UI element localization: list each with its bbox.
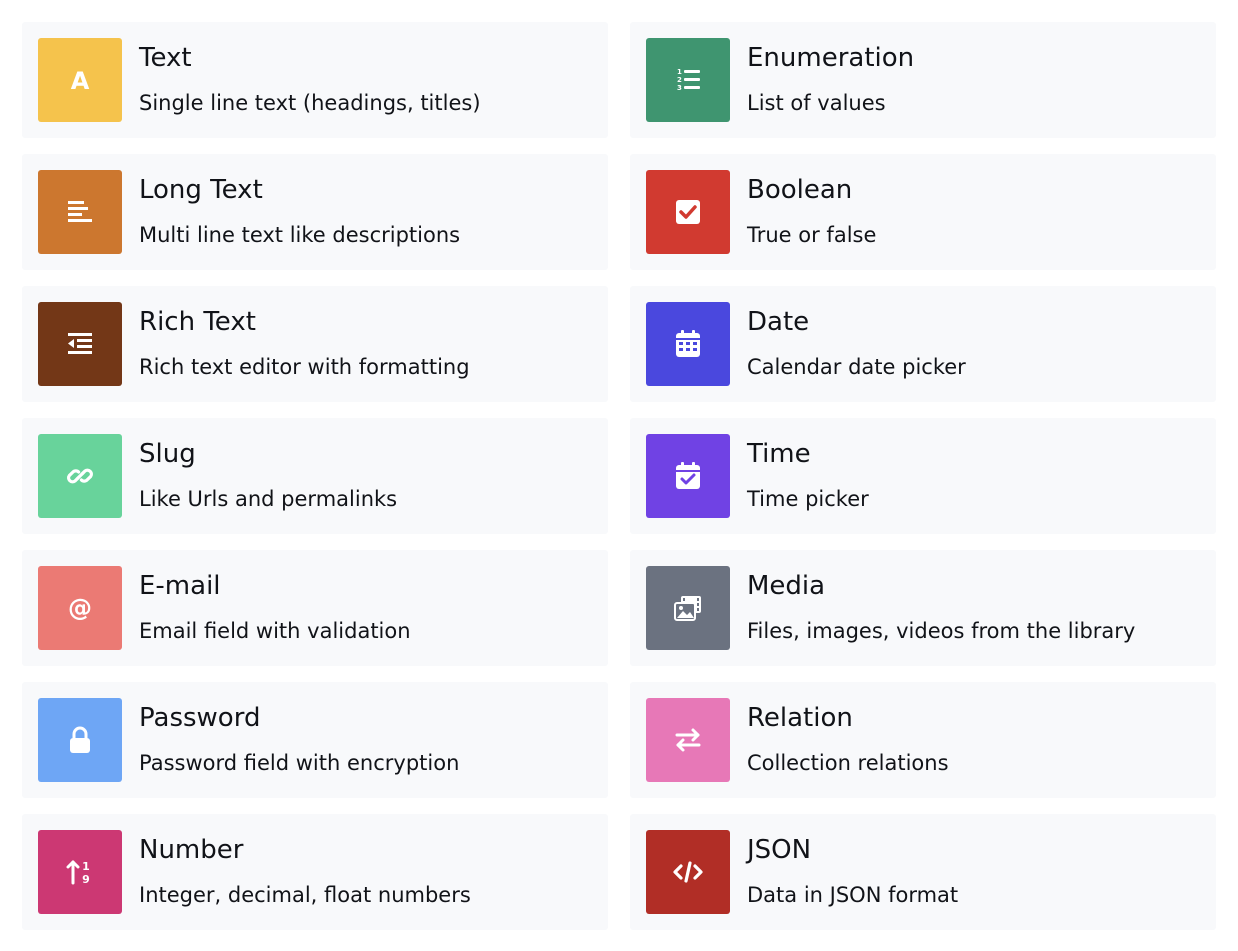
field-type-card-password[interactable]: Password Password field with encryption: [22, 682, 608, 798]
sort-number-icon: 19: [38, 830, 122, 914]
field-type-card-text[interactable]: A Text Single line text (headings, titles): [22, 22, 608, 138]
field-type-card-relation[interactable]: Relation Collection relations: [630, 682, 1216, 798]
field-type-title: E-mail: [139, 571, 221, 601]
field-type-card-date[interactable]: Date Calendar date picker: [630, 286, 1216, 402]
field-type-description: Rich text editor with formatting: [139, 355, 470, 379]
field-type-title: Date: [747, 307, 810, 337]
field-type-card-e-mail[interactable]: @ E-mail Email field with validation: [22, 550, 608, 666]
field-type-description: True or false: [747, 223, 877, 247]
field-type-title: Slug: [139, 439, 196, 469]
field-type-card-time[interactable]: Time Time picker: [630, 418, 1216, 534]
svg-text:1: 1: [677, 68, 682, 76]
indent-list-icon: [38, 302, 122, 386]
field-type-title: Password: [139, 703, 261, 733]
svg-text:@: @: [68, 594, 92, 622]
at-sign-icon: @: [38, 566, 122, 650]
media-icon: [646, 566, 730, 650]
field-type-card-number[interactable]: 1 9 Number Integer, decimal, float numbers: [22, 814, 608, 930]
field-type-card-boolean[interactable]: Boolean True or false: [630, 154, 1216, 270]
calendar-check-icon: [646, 434, 730, 518]
svg-text:9: 9: [82, 873, 90, 886]
svg-text:3: 3: [677, 84, 682, 92]
field-type-card-slug[interactable]: Slug Like Urls and permalinks: [22, 418, 608, 534]
field-type-card-long-text[interactable]: Long Text Multi line text like descriptio…: [22, 154, 608, 270]
lock-icon: [38, 698, 122, 782]
link-icon: [38, 434, 122, 518]
field-type-description: List of values: [747, 91, 886, 115]
field-type-description: Collection relations: [747, 751, 949, 775]
svg-text:A: A: [71, 67, 90, 95]
align-left-icon: [38, 170, 122, 254]
field-type-description: Password field with encryption: [139, 751, 460, 775]
field-type-description: Calendar date picker: [747, 355, 966, 379]
svg-text:1: 1: [82, 860, 90, 873]
field-type-title: Boolean: [747, 175, 853, 205]
field-type-description: Like Urls and permalinks: [139, 487, 398, 511]
field-type-card-enumeration[interactable]: 1 2 3 Enumeration List of values: [630, 22, 1216, 138]
field-type-card-media[interactable]: Media Files, images, videos from the libr…: [630, 550, 1216, 666]
field-type-description: Multi line text like descriptions: [139, 223, 461, 247]
numbered-list-icon: 123: [646, 38, 730, 122]
field-type-grid: A Text Single line text (headings, titles)…: [0, 0, 1238, 951]
field-type-description: Single line text (headings, titles): [139, 91, 481, 115]
code-icon: [646, 830, 730, 914]
field-type-description: Time picker: [747, 487, 869, 511]
field-type-title: Relation: [747, 703, 853, 733]
field-type-card-rich-text[interactable]: Rich Text Rich text editor with formattin…: [22, 286, 608, 402]
field-type-title: Enumeration: [747, 43, 915, 73]
field-type-description: Files, images, videos from the library: [747, 619, 1136, 643]
field-type-title: JSON: [747, 835, 812, 865]
field-type-title: Time: [747, 439, 811, 469]
arrows-exchange-icon: [646, 698, 730, 782]
field-type-title: Rich Text: [139, 307, 256, 337]
field-type-description: Data in JSON format: [747, 883, 959, 907]
checkbox-icon: [646, 170, 730, 254]
svg-text:2: 2: [677, 76, 682, 84]
text-a-icon: A: [38, 38, 122, 122]
field-type-title: Number: [139, 835, 244, 865]
field-type-title: Text: [139, 43, 192, 73]
field-type-title: Long Text: [139, 175, 263, 205]
field-type-description: Integer, decimal, float numbers: [139, 883, 471, 907]
field-type-description: Email field with validation: [139, 619, 411, 643]
calendar-icon: [646, 302, 730, 386]
field-type-card-json[interactable]: JSON Data in JSON format: [630, 814, 1216, 930]
field-type-title: Media: [747, 571, 826, 601]
